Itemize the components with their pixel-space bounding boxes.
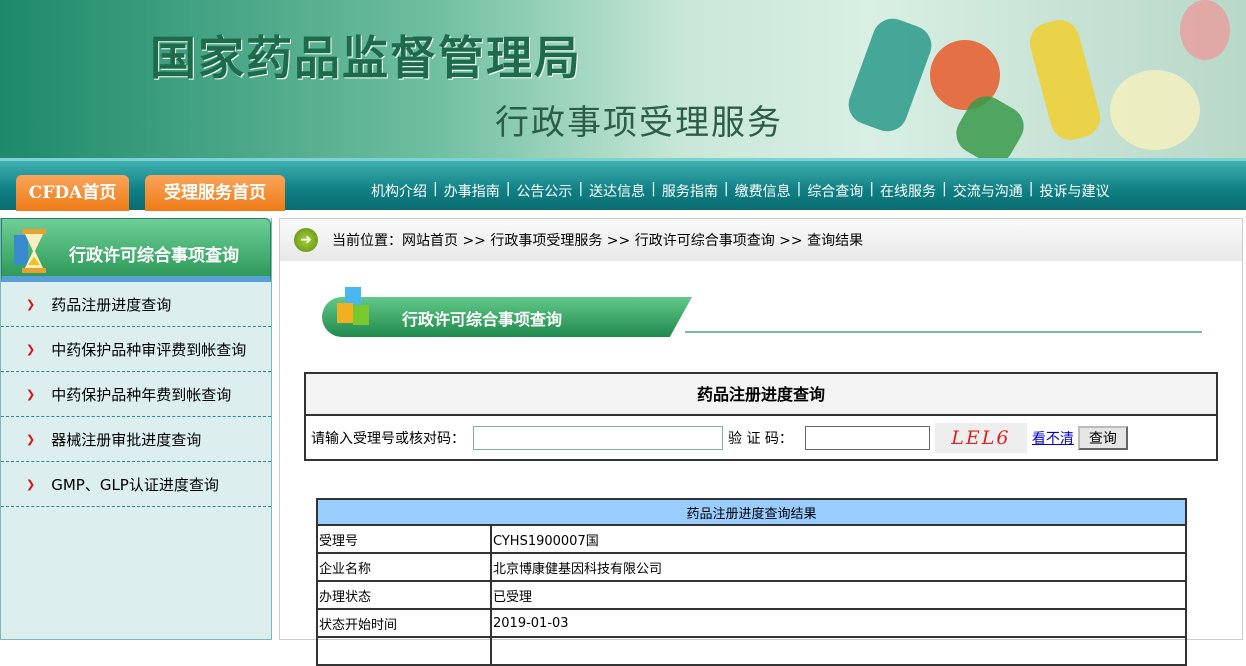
query-form: 药品注册进度查询 请输入受理号或核对码： 验 证 码： LEL6 看不清 查询 — [304, 372, 1218, 461]
id-label: 请输入受理号或核对码： — [311, 430, 465, 447]
nav-link[interactable]: 交流与沟通 — [947, 181, 1029, 201]
field-label: 企业名称 — [316, 552, 492, 582]
nav-link[interactable]: 机构介绍 — [365, 181, 433, 201]
query-title: 药品注册进度查询 — [306, 374, 1216, 416]
site-subtitle: 行政事项受理服务 — [495, 103, 783, 143]
sidebar-item-drug-registration[interactable]: ❯ 药品注册进度查询 — [1, 282, 271, 327]
tab-cfda-home[interactable]: CFDA首页 — [16, 175, 129, 211]
sidebar-item-label: GMP、GLP认证进度查询 — [51, 475, 219, 494]
site-title: 国家药品监督管理局 — [150, 31, 582, 85]
sidebar-item-label: 中药保护品种审评费到帐查询 — [51, 340, 247, 359]
pill-decoration — [1025, 15, 1105, 145]
nav-link[interactable]: 综合查询 — [801, 181, 869, 201]
sidebar: 行政许可综合事项查询 ❯ 药品注册进度查询 ❯ 中药保护品种审评费到帐查询 ❯ 中药保… — [0, 218, 272, 640]
field-value — [490, 636, 1187, 666]
query-button[interactable]: 查询 — [1077, 425, 1128, 450]
arrow-icon: ❯ — [26, 477, 36, 491]
sidebar-title: 行政许可综合事项查询 — [69, 246, 239, 266]
sidebar-item-device-registration[interactable]: ❯ 器械注册审批进度查询 — [1, 417, 271, 462]
hourglass-icon — [14, 229, 46, 273]
table-row: 办理状态 已受理 — [316, 580, 1187, 610]
field-value: 2019-01-03 — [490, 608, 1187, 638]
acceptance-number-input[interactable] — [473, 425, 723, 450]
captcha-input[interactable] — [804, 425, 930, 450]
header-banner: 国家药品监督管理局 行政事项受理服务 — [0, 0, 1246, 158]
sidebar-item-tcm-annual-fee[interactable]: ❯ 中药保护品种年费到帐查询 — [1, 372, 271, 417]
arrow-icon: ❯ — [26, 387, 36, 401]
captcha-label: 验 证 码： — [728, 430, 793, 447]
table-row: 状态开始时间 2019-01-03 — [316, 608, 1187, 638]
arrow-icon: ❯ — [26, 342, 36, 356]
field-label: 状态开始时间 — [316, 608, 492, 638]
field-label: 受理号 — [316, 524, 492, 554]
nav-link[interactable]: 在线服务 — [874, 181, 942, 201]
field-value: CYHS1900007国 — [490, 524, 1187, 554]
arrow-right-circle-icon: ➜ — [294, 228, 318, 252]
section-divider — [685, 331, 1202, 333]
field-value: 北京博康健基因科技有限公司 — [490, 552, 1187, 582]
arrow-icon: ❯ — [26, 432, 36, 446]
pill-decoration — [1180, 0, 1230, 60]
nav-link[interactable]: 投诉与建议 — [1033, 181, 1115, 201]
cubes-icon — [337, 287, 369, 325]
sidebar-item-tcm-review-fee[interactable]: ❯ 中药保护品种审评费到帐查询 — [1, 327, 271, 372]
top-nav: CFDA首页 受理服务首页 机构介绍 | 办事指南 | 公告公示 | 送达信息 | 服务… — [0, 158, 1246, 211]
nav-link[interactable]: 服务指南 — [656, 181, 724, 201]
result-table: 药品注册进度查询结果 受理号 CYHS1900007国 企业名称 北京博康健基因科技… — [316, 498, 1187, 666]
nav-link[interactable]: 送达信息 — [583, 181, 651, 201]
sidebar-header: 行政许可综合事项查询 — [1, 218, 271, 282]
captcha-image[interactable]: LEL6 — [934, 422, 1027, 453]
section-header: 行政许可综合事项查询 — [322, 297, 692, 337]
breadcrumb: ➜ 当前位置：网站首页 >> 行政事项受理服务 >> 行政许可综合事项查询 >>… — [280, 219, 1242, 261]
pill-decoration — [842, 13, 938, 137]
section-title: 行政许可综合事项查询 — [402, 310, 563, 329]
arrow-icon: ❯ — [26, 297, 36, 311]
sidebar-item-label: 中药保护品种年费到帐查询 — [51, 385, 232, 404]
sidebar-item-label: 器械注册审批进度查询 — [51, 430, 202, 449]
table-row: 受理号 CYHS1900007国 — [316, 524, 1187, 554]
field-label — [316, 636, 492, 666]
sidebar-item-gmp-glp[interactable]: ❯ GMP、GLP认证进度查询 — [1, 462, 271, 507]
refresh-captcha-link[interactable]: 看不清 — [1032, 428, 1074, 448]
table-row: 企业名称 北京博康健基因科技有限公司 — [316, 552, 1187, 582]
field-value: 已受理 — [490, 580, 1187, 610]
nav-link[interactable]: 办事指南 — [438, 181, 506, 201]
tab-service-home[interactable]: 受理服务首页 — [145, 175, 285, 211]
pill-decoration — [1110, 70, 1200, 150]
sidebar-item-label: 药品注册进度查询 — [51, 295, 172, 314]
nav-link[interactable]: 缴费信息 — [729, 181, 797, 201]
table-row — [316, 636, 1187, 666]
breadcrumb-text: 当前位置：网站首页 >> 行政事项受理服务 >> 行政许可综合事项查询 >> 查… — [332, 233, 864, 249]
nav-link[interactable]: 公告公示 — [510, 181, 578, 201]
result-title: 药品注册进度查询结果 — [316, 498, 1187, 526]
field-label: 办理状态 — [316, 580, 492, 610]
